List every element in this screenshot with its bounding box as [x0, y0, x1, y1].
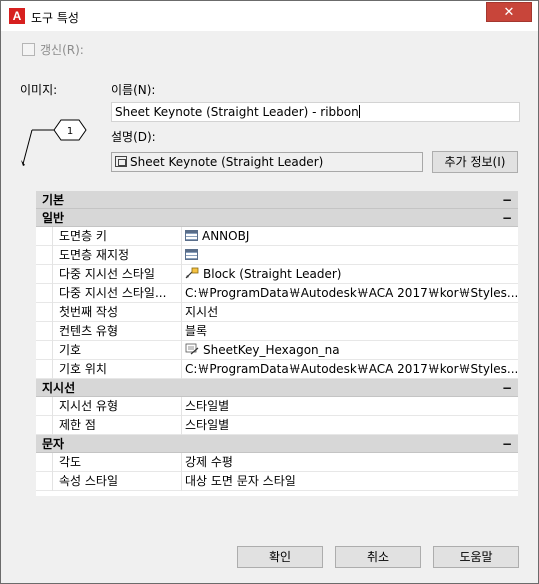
property-value[interactable]: ANNOBJ — [183, 227, 518, 245]
table-icon — [185, 249, 198, 260]
property-value[interactable]: 스타일별 — [183, 397, 518, 415]
property-name: 다중 지시선 스타일... — [52, 284, 182, 303]
property-row[interactable]: 지시선 유형 스타일별 — [36, 397, 518, 416]
collapse-icon[interactable]: − — [502, 209, 512, 227]
category-basic[interactable]: 기본 − — [36, 191, 518, 209]
property-row[interactable]: 컨텐츠 유형 블록 — [36, 322, 518, 341]
property-name: 제한 점 — [52, 416, 182, 435]
properties-grid: 기본 − 일반 − 도면층 키 ANNOBJ 도면층 재지정 다중 지시선 스타일 Bl… — [36, 191, 518, 496]
category-text-title: 문자 — [42, 437, 65, 451]
property-name: 컨텐츠 유형 — [52, 322, 182, 341]
property-row[interactable]: 각도 강제 수평 — [36, 453, 518, 472]
property-value-text: ANNOBJ — [202, 229, 250, 243]
text-caret — [358, 105, 360, 118]
property-name: 기호 — [52, 341, 182, 360]
property-value[interactable]: 대상 도면 문자 스타일 — [183, 472, 518, 490]
image-label: 이미지: — [20, 83, 58, 97]
property-row[interactable]: 도면층 재지정 — [36, 246, 518, 265]
table-icon — [185, 230, 198, 241]
property-name: 기호 위치 — [52, 360, 182, 379]
category-basic-title: 기본 — [42, 193, 65, 207]
property-name: 도면층 키 — [52, 227, 182, 246]
collapse-icon[interactable]: − — [502, 379, 512, 397]
property-row[interactable]: 기호 위치 C:￦ProgramData￦Autodesk￦ACA 2017￦ko… — [36, 360, 518, 379]
tool-preview-image: 1 — [21, 119, 87, 166]
property-value[interactable]: C:￦ProgramData￦Autodesk￦ACA 2017￦kor￦Sty… — [183, 284, 518, 302]
name-label: 이름(N): — [111, 83, 156, 97]
property-value[interactable] — [183, 246, 518, 264]
property-name: 속성 스타일 — [52, 472, 182, 491]
property-row[interactable]: 다중 지시선 스타일... C:￦ProgramData￦Autodesk￦ACA… — [36, 284, 518, 303]
dialog-title: 도구 특성 — [31, 11, 79, 25]
collapse-icon[interactable]: − — [502, 191, 512, 209]
description-icon — [115, 156, 127, 167]
cancel-button[interactable]: 취소 — [335, 546, 421, 568]
property-row[interactable]: 기호 SheetKey_Hexagon_na — [36, 341, 518, 360]
category-general[interactable]: 일반 − — [36, 209, 518, 227]
property-value-text: SheetKey_Hexagon_na — [203, 343, 340, 357]
property-name: 도면층 재지정 — [52, 246, 182, 265]
refresh-checkbox[interactable] — [22, 43, 35, 56]
name-value: Sheet Keynote (Straight Leader) - ribbon — [115, 105, 359, 119]
description-field[interactable]: Sheet Keynote (Straight Leader) — [111, 152, 423, 172]
refresh-checkbox-row[interactable]: 갱신(R): — [22, 41, 84, 58]
property-name: 첫번째 작성 — [52, 303, 182, 322]
ok-button[interactable]: 확인 — [237, 546, 323, 568]
preview-tag-number: 1 — [67, 126, 73, 137]
category-text[interactable]: 문자 − — [36, 435, 518, 453]
tool-properties-dialog: A 도구 특성 ✕ 갱신(R): 이미지: 이름(N): Sheet Keyno… — [0, 0, 539, 584]
autocad-app-icon: A — [9, 8, 25, 24]
property-row[interactable]: 속성 스타일 대상 도면 문자 스타일 — [36, 472, 518, 491]
description-label: 설명(D): — [111, 130, 156, 144]
collapse-icon[interactable]: − — [502, 435, 512, 453]
property-value[interactable]: SheetKey_Hexagon_na — [183, 341, 518, 359]
leader-icon — [185, 267, 199, 279]
refresh-label: 갱신(R): — [40, 43, 84, 57]
property-name: 각도 — [52, 453, 182, 472]
property-value[interactable]: 스타일별 — [183, 416, 518, 434]
more-info-button[interactable]: 추가 정보(I) — [432, 151, 518, 173]
category-general-title: 일반 — [42, 211, 65, 225]
property-value[interactable]: Block (Straight Leader) — [183, 265, 518, 283]
property-row[interactable]: 첫번째 작성 지시선 — [36, 303, 518, 322]
property-value[interactable]: 지시선 — [183, 303, 518, 321]
name-input[interactable]: Sheet Keynote (Straight Leader) - ribbon — [111, 102, 520, 122]
property-name: 다중 지시선 스타일 — [52, 265, 182, 284]
title-bar: A 도구 특성 ✕ — [1, 1, 538, 31]
property-row[interactable]: 다중 지시선 스타일 Block (Straight Leader) — [36, 265, 518, 284]
close-button[interactable]: ✕ — [486, 2, 532, 22]
property-value[interactable]: 강제 수평 — [183, 453, 518, 471]
property-row[interactable]: 도면층 키 ANNOBJ — [36, 227, 518, 246]
category-leader-title: 지시선 — [42, 381, 76, 395]
help-button[interactable]: 도움말 — [433, 546, 519, 568]
property-value[interactable]: C:￦ProgramData￦Autodesk￦ACA 2017￦kor￦Sty… — [183, 360, 518, 378]
property-value-text: Block (Straight Leader) — [203, 267, 342, 281]
category-leader[interactable]: 지시선 − — [36, 379, 518, 397]
description-value: Sheet Keynote (Straight Leader) — [130, 155, 324, 169]
symbol-icon — [185, 343, 199, 355]
dialog-body: 갱신(R): 이미지: 이름(N): Sheet Keynote (Straig… — [8, 31, 531, 578]
property-name: 지시선 유형 — [52, 397, 182, 416]
property-value[interactable]: 블록 — [183, 322, 518, 340]
property-row[interactable]: 제한 점 스타일별 — [36, 416, 518, 435]
